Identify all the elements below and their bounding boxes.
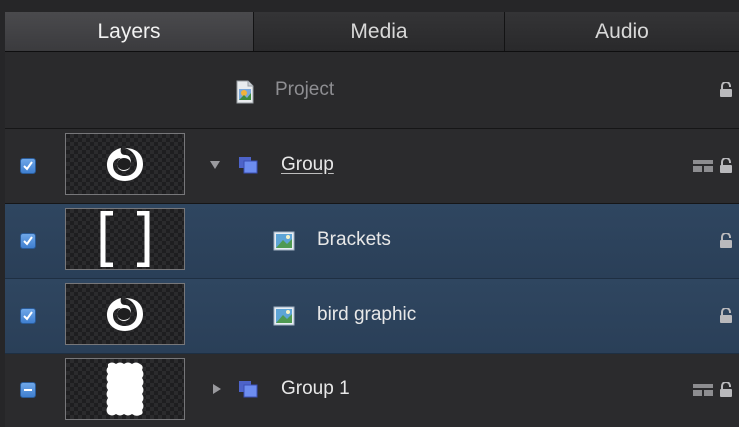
layer-row-group-1[interactable]: Group 1: [5, 354, 739, 427]
checkmark-icon: [23, 236, 33, 246]
checkmark-icon: [23, 311, 33, 321]
lock-icon[interactable]: [719, 308, 733, 324]
disclosure-triangle-open[interactable]: [208, 158, 222, 172]
brackets-thumbnail: [100, 211, 150, 267]
lock-icon[interactable]: [719, 82, 733, 98]
lock-icon[interactable]: [719, 158, 733, 174]
layers-panel: Layers Media Audio Project Group Bracket…: [0, 0, 739, 427]
lock-icon[interactable]: [719, 382, 733, 398]
layer-row-project[interactable]: Project: [5, 52, 739, 129]
image-layer-icon: [273, 306, 295, 326]
lock-icon[interactable]: [719, 233, 733, 249]
chevron-down-icon: [210, 161, 220, 169]
image-layer-icon: [273, 231, 295, 251]
layer-enable-checkbox[interactable]: [20, 308, 36, 324]
layer-name-group-1: Group 1: [281, 378, 350, 399]
group-marker-icon: [693, 160, 713, 172]
checkmark-icon: [23, 161, 33, 171]
group-layers-icon: [239, 157, 258, 174]
wavy-block-thumbnail: [106, 362, 144, 416]
tab-layers[interactable]: Layers: [5, 12, 254, 51]
minus-icon: [24, 389, 32, 391]
layer-name-brackets: Brackets: [317, 229, 391, 250]
layer-name-group: Group: [281, 154, 334, 175]
layer-row-bird-graphic[interactable]: bird graphic: [5, 279, 739, 354]
layer-row-brackets[interactable]: Brackets: [5, 204, 739, 279]
project-file-icon: [236, 80, 254, 104]
tab-audio[interactable]: Audio: [505, 12, 739, 51]
layer-thumbnail: [65, 208, 185, 270]
layer-enable-checkbox[interactable]: [20, 233, 36, 249]
layer-thumbnail: [65, 133, 185, 195]
group-marker-icon: [693, 384, 713, 396]
bird-shape-thumbnail: [107, 298, 143, 331]
chevron-right-icon: [213, 384, 221, 394]
tab-media[interactable]: Media: [254, 12, 505, 51]
disclosure-triangle-closed[interactable]: [210, 382, 224, 396]
layer-enable-checkbox[interactable]: [20, 158, 36, 174]
layer-thumbnail: [65, 358, 185, 420]
layer-enable-checkbox-mixed[interactable]: [20, 382, 36, 398]
layer-name-bird-graphic: bird graphic: [317, 304, 417, 325]
layer-row-group[interactable]: Group: [5, 129, 739, 204]
bird-shape-thumbnail: [107, 148, 143, 181]
layer-name-project: Project: [275, 79, 335, 100]
group-layers-icon: [239, 381, 258, 398]
tab-bar: Layers Media Audio: [5, 12, 739, 52]
layer-thumbnail: [65, 283, 185, 345]
